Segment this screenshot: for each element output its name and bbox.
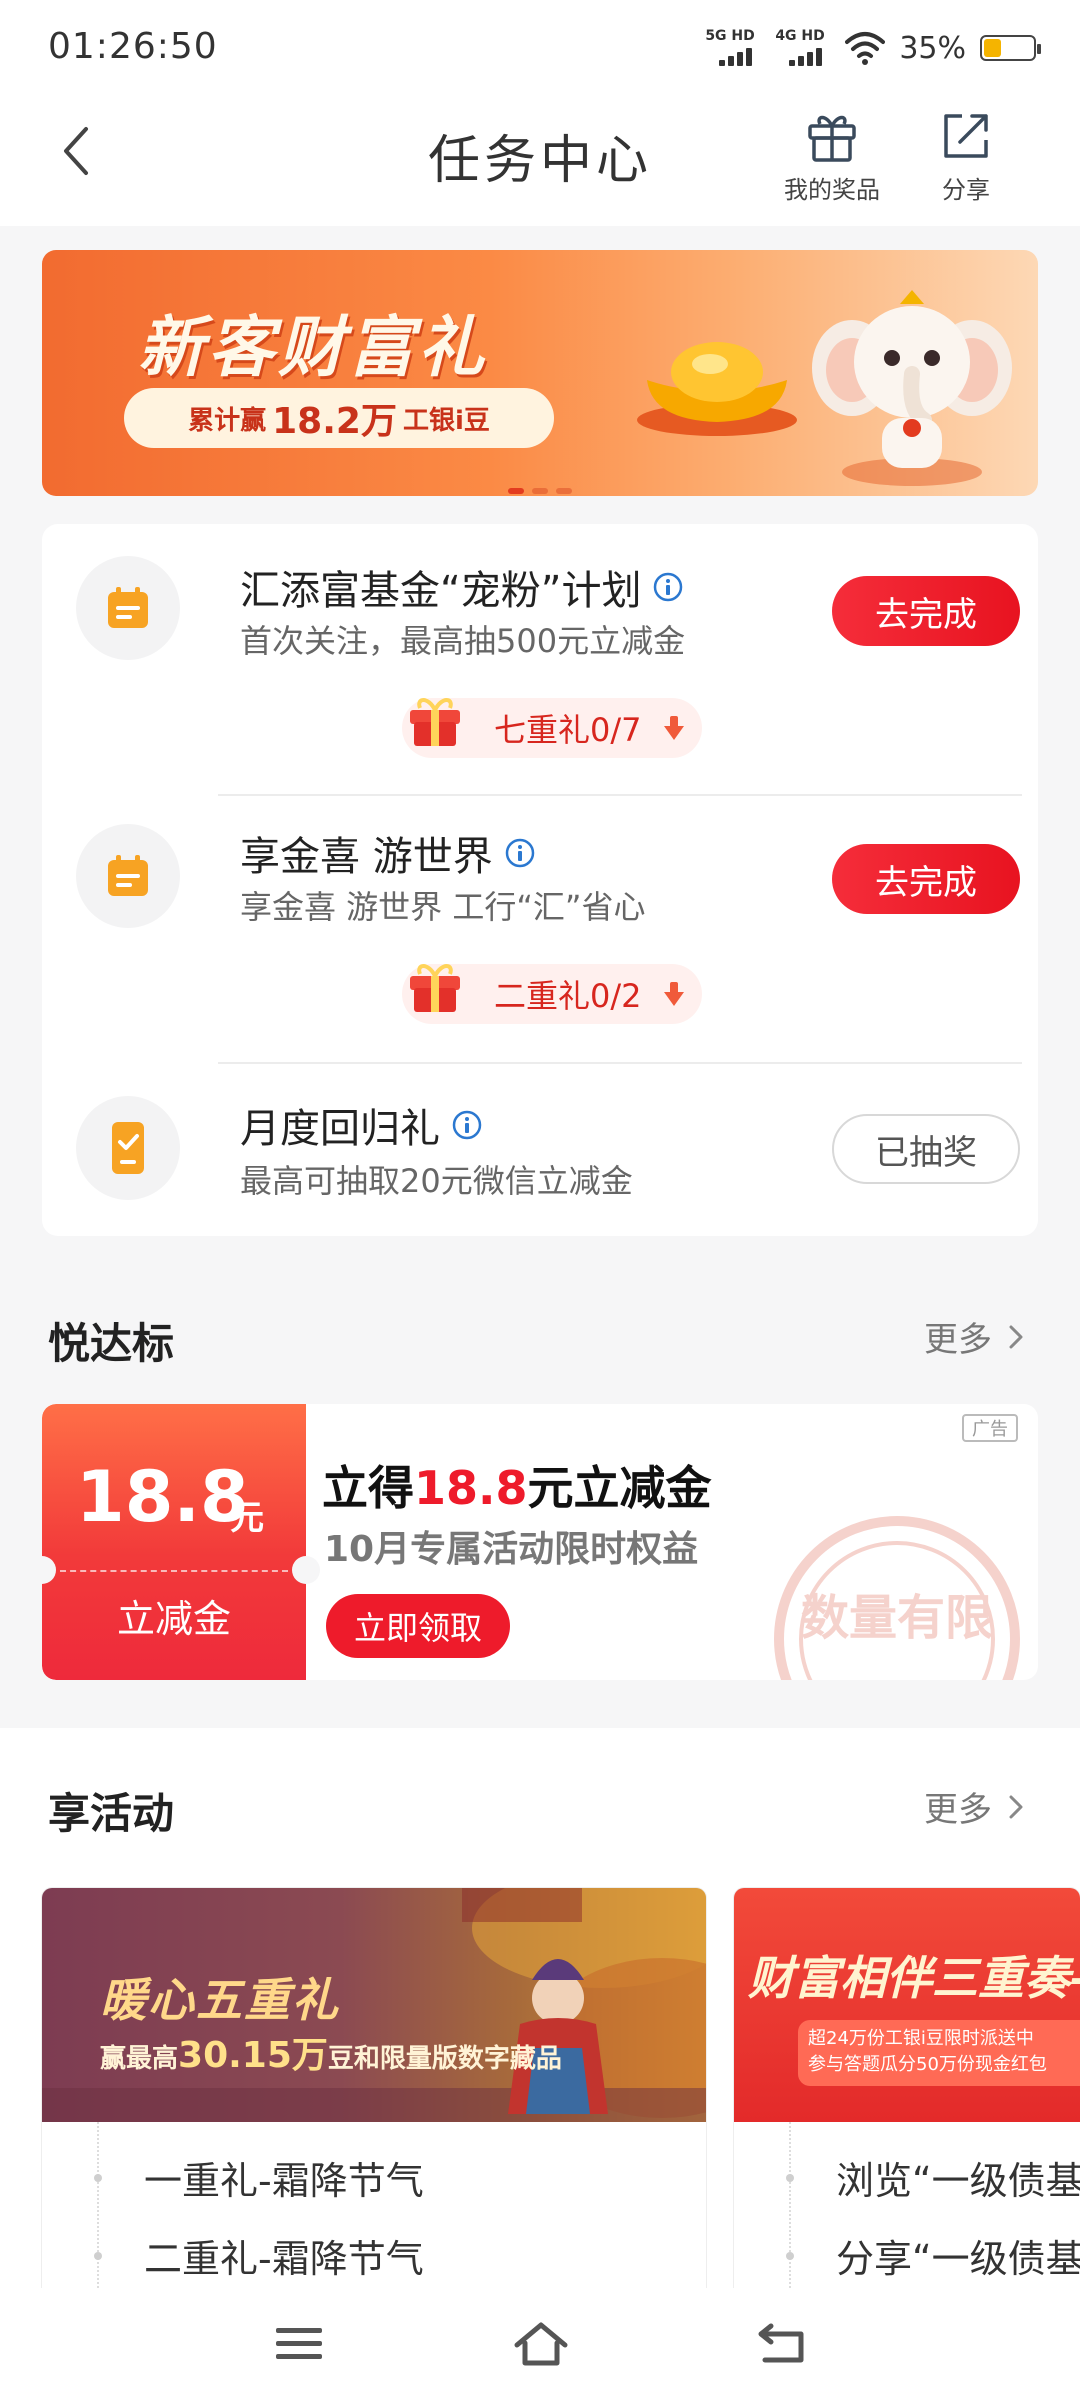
- claim-button[interactable]: 立即领取: [326, 1594, 510, 1658]
- banner-pagination: [42, 488, 1038, 494]
- ad-badge: 广告: [962, 1414, 1018, 1442]
- coupon-card[interactable]: 18.8 元 立减金 数量有限 立得18.8元立减金 10月专属活动限时权益 立…: [42, 1404, 1038, 1680]
- task-icon-bg: [76, 1096, 180, 1200]
- my-prizes-button[interactable]: 我的奖品: [772, 108, 892, 208]
- calendar-icon: [108, 855, 148, 896]
- back-nav-button[interactable]: [746, 2312, 816, 2376]
- activity-subtitle: 赢最高30.15万豆和限量版数字藏品: [100, 2035, 562, 2076]
- coupon-amount: 18.8: [76, 1456, 249, 1538]
- section-title-yuedabiao: 悦达标: [48, 1319, 175, 1368]
- task-desc: 最高可抽取20元微信立减金: [240, 1162, 633, 1200]
- gift-icon: [808, 115, 856, 162]
- activity-card[interactable]: 财富相伴三重奏—— 超24万份工银i豆限时派送中 参与答题瓜分50万份现金红包 …: [734, 1888, 1080, 2288]
- banner-pill: 累计赢 18.2万 工银i豆: [124, 388, 554, 448]
- banner-title: 新客财富礼: [138, 309, 488, 386]
- menu-icon: [276, 2328, 322, 2359]
- back-icon: [758, 2323, 804, 2363]
- gold-ingot-icon: [637, 342, 797, 436]
- menu-nav-button[interactable]: [264, 2312, 334, 2376]
- battery-icon: [980, 35, 1041, 61]
- task-list: 汇添富基金“宠粉”计划 首次关注，最高抽500元立减金 去完成 七重礼0/7 享…: [42, 524, 1038, 1236]
- phone-check-icon: [112, 1122, 144, 1174]
- chevron-right-icon: [1009, 1325, 1023, 1348]
- signal-4g-icon: 4G HD: [775, 28, 831, 68]
- task-item: 汇添富基金“宠粉”计划 首次关注，最高抽500元立减金 去完成 七重礼0/7: [42, 524, 1038, 784]
- status-time: 01:26:50: [48, 26, 218, 67]
- arrow-down-icon: [664, 716, 684, 740]
- activity-step: 一重礼-霜降节气: [42, 2150, 424, 2205]
- coupon-title: 立得18.8元立减金: [322, 1461, 712, 1515]
- activity-title: 暖心五重礼: [100, 1973, 340, 2027]
- signal-5g-icon: 5G HD: [705, 28, 761, 68]
- activity-pill: 超24万份工银i豆限时派送中 参与答题瓜分50万份现金红包: [798, 2020, 1080, 2086]
- my-prizes-label: 我的奖品: [784, 176, 880, 204]
- coupon-amount-panel: 18.8 元 立减金: [42, 1404, 306, 1680]
- task-name: 享金喜 游世界: [240, 824, 535, 882]
- info-icon[interactable]: [452, 1110, 482, 1140]
- wifi-icon: [845, 32, 886, 65]
- activity-title: 财富相伴三重奏——: [748, 1951, 1080, 2005]
- promo-banner[interactable]: 新客财富礼 累计赢 18.2万 工银i豆: [42, 250, 1038, 496]
- more-link-yuedabiao[interactable]: 更多: [924, 1312, 1026, 1361]
- share-label: 分享: [942, 176, 990, 204]
- more-link-activities[interactable]: 更多: [924, 1782, 1026, 1831]
- elephant-mascot-icon: [812, 290, 1012, 486]
- gift-box-icon: [410, 698, 460, 746]
- pagination-dot[interactable]: [508, 488, 524, 494]
- activity-step: 分享“一级债基: [734, 2228, 1080, 2283]
- section-title-activities: 享活动: [48, 1789, 175, 1838]
- task-desc: 享金喜 游世界 工行“汇”省心: [240, 888, 646, 926]
- limited-stamp-icon: 数量有限: [774, 1516, 1020, 1680]
- task-item: 享金喜 游世界 享金喜 游世界 工行“汇”省心 去完成 二重礼0/2: [42, 794, 1038, 1054]
- system-nav-bar: [0, 2288, 1080, 2400]
- activity-banner-image: 财富相伴三重奏—— 超24万份工银i豆限时派送中 参与答题瓜分50万份现金红包: [734, 1888, 1080, 2122]
- task-name: 汇添富基金“宠粉”计划: [240, 558, 683, 616]
- gift-progress-tag[interactable]: 七重礼0/7: [402, 698, 702, 758]
- status-icons: 5G HD 4G HD 35%: [705, 28, 1041, 68]
- task-desc: 首次关注，最高抽500元立减金: [240, 622, 686, 660]
- activity-banner-image: 暖心五重礼 赢最高30.15万豆和限量版数字藏品: [42, 1888, 706, 2122]
- task-icon-bg: [76, 824, 180, 928]
- share-button[interactable]: 分享: [906, 108, 1026, 208]
- activity-step: 浏览“一级债基: [734, 2150, 1080, 2205]
- coupon-subtitle: 10月专属活动限时权益: [324, 1529, 699, 1570]
- pagination-dot[interactable]: [532, 488, 548, 494]
- coupon-notch: [292, 1556, 320, 1584]
- pagination-dot[interactable]: [556, 488, 572, 494]
- coupon-dash-line: [60, 1570, 288, 1572]
- home-nav-button[interactable]: [506, 2312, 576, 2376]
- stamp-text: 数量有限: [801, 1590, 993, 1646]
- activity-card[interactable]: 暖心五重礼 赢最高30.15万豆和限量版数字藏品 一重礼-霜降节气 二重礼-霜降…: [42, 1888, 706, 2288]
- home-icon: [514, 2322, 568, 2366]
- activity-step: 二重礼-霜降节气: [42, 2228, 424, 2283]
- drawn-button[interactable]: 已抽奖: [832, 1114, 1020, 1184]
- complete-button[interactable]: 去完成: [832, 844, 1020, 914]
- info-icon[interactable]: [653, 572, 683, 602]
- task-icon-bg: [76, 556, 180, 660]
- task-center-page: 01:26:50 5G HD 4G HD 35% 任务中心 我的奖品 分享 新客…: [0, 0, 1080, 2400]
- gift-progress-tag[interactable]: 二重礼0/2: [402, 964, 702, 1024]
- calendar-icon: [108, 587, 148, 628]
- status-bar: 01:26:50 5G HD 4G HD 35%: [0, 0, 1080, 96]
- complete-button[interactable]: 去完成: [832, 576, 1020, 646]
- info-icon[interactable]: [505, 838, 535, 868]
- battery-percent: 35%: [899, 30, 966, 66]
- coupon-unit: 元: [230, 1498, 264, 1538]
- gift-progress-text: 二重礼0/2: [494, 977, 642, 1015]
- app-header: 任务中心 我的奖品 分享: [0, 96, 1080, 226]
- coupon-type: 立减金: [116, 1597, 231, 1641]
- arrow-down-icon: [664, 982, 684, 1006]
- chevron-right-icon: [1009, 1795, 1023, 1818]
- gift-box-icon: [410, 964, 460, 1012]
- gift-progress-text: 七重礼0/7: [494, 711, 642, 749]
- task-item: 月度回归礼 最高可抽取20元微信立减金 已抽奖: [42, 1062, 1038, 1236]
- task-name: 月度回归礼: [240, 1096, 482, 1154]
- share-icon: [944, 114, 988, 158]
